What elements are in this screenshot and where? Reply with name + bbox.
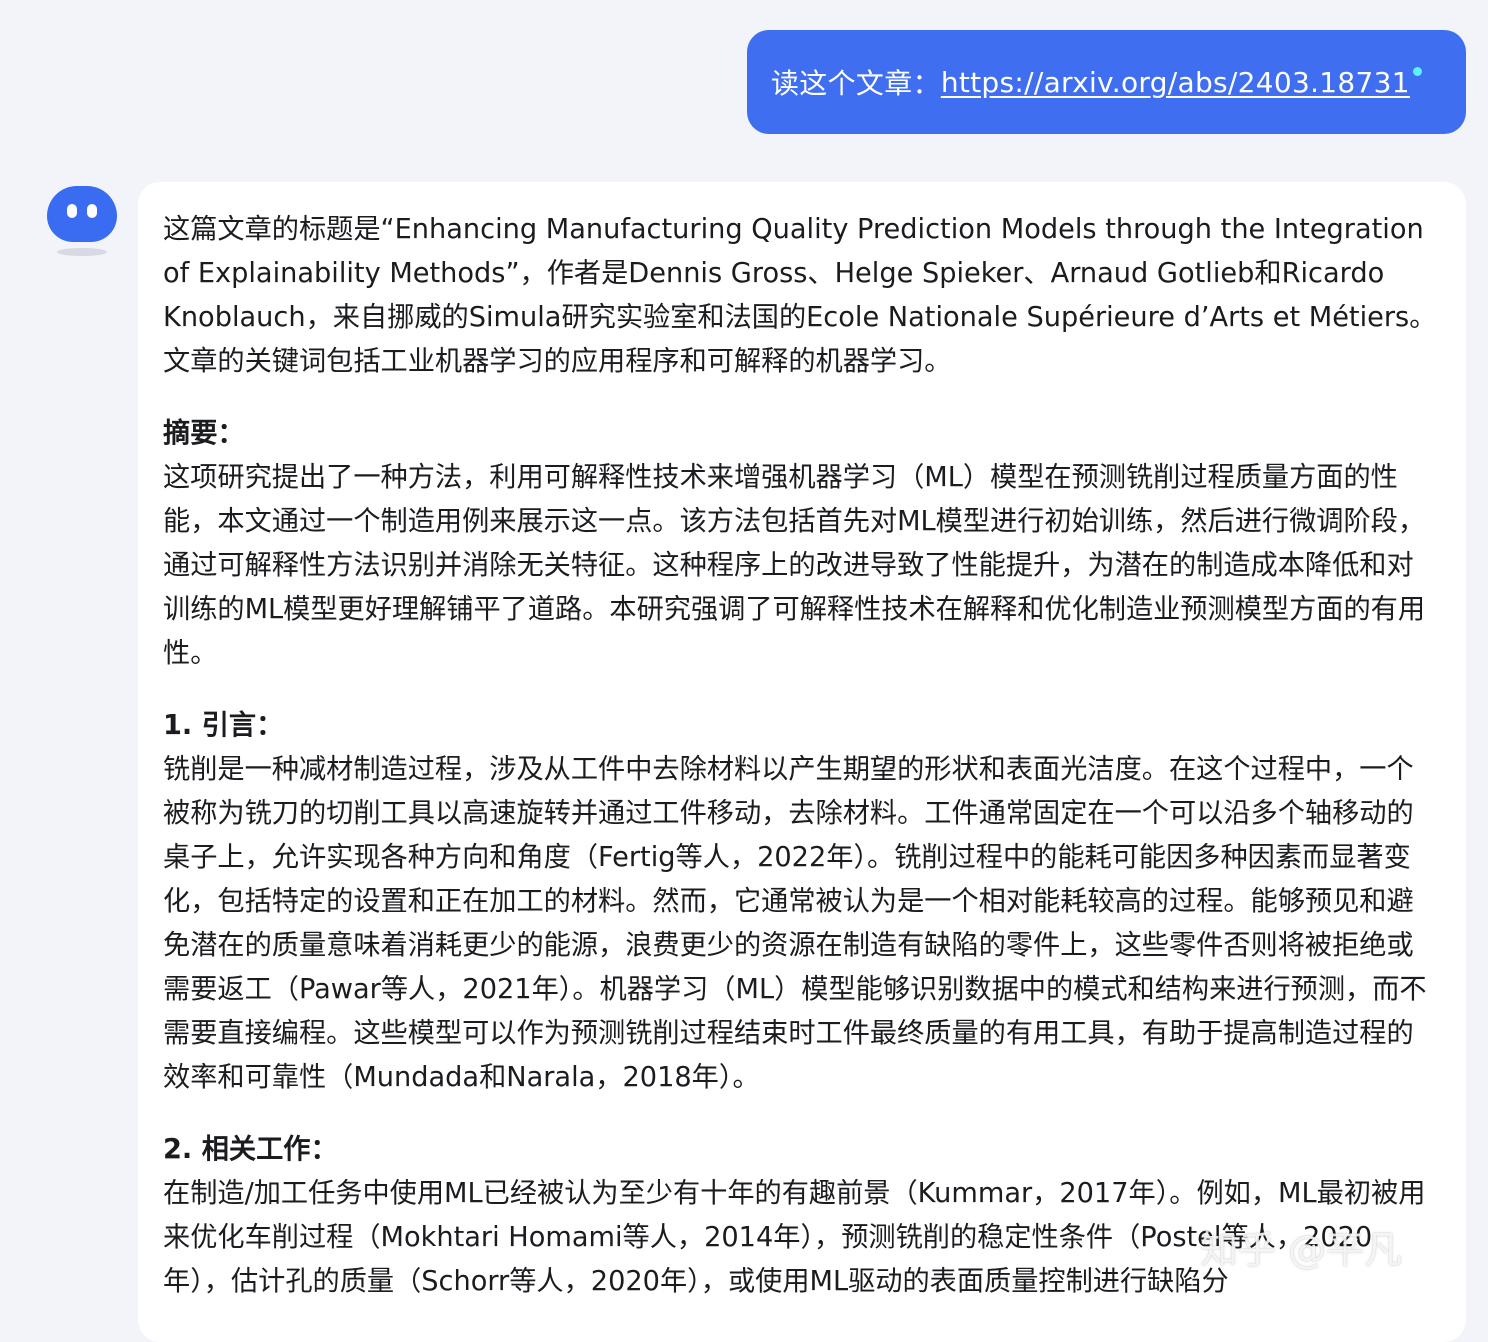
assistant-intro: 这篇文章的标题是“Enhancing Manufacturing Quality… xyxy=(163,214,1437,377)
section-introduction: 1. 引言： 铣削是一种减材制造过程，涉及从工件中去除材料以产生期望的形状和表面… xyxy=(163,704,1438,1100)
assistant-avatar xyxy=(47,186,117,244)
status-dot-icon xyxy=(1412,66,1422,76)
section-body: 这项研究提出了一种方法，利用可解释性技术来增强机器学习（ML）模型在预测铣削过程… xyxy=(163,462,1426,669)
section-title: 摘要： xyxy=(163,418,245,449)
arxiv-link[interactable]: https://arxiv.org/abs/2403.18731 xyxy=(941,66,1410,99)
zhihu-watermark: 知乎 @平凡 xyxy=(1200,1228,1403,1272)
user-message-prefix: 读这个文章： xyxy=(771,67,941,100)
assistant-message-card: 这篇文章的标题是“Enhancing Manufacturing Quality… xyxy=(138,182,1466,1342)
assistant-avatar-icon xyxy=(47,186,117,242)
section-abstract: 摘要： 这项研究提出了一种方法，利用可解释性技术来增强机器学习（ML）模型在预测… xyxy=(163,412,1438,676)
user-message-bubble: 读这个文章： https://arxiv.org/abs/2403.18731 xyxy=(747,30,1466,134)
avatar-eye-left xyxy=(67,204,77,218)
section-title: 1. 引言： xyxy=(163,710,284,741)
section-title: 2. 相关工作： xyxy=(163,1134,338,1165)
section-body: 铣削是一种减材制造过程，涉及从工件中去除材料以产生期望的形状和表面光洁度。在这个… xyxy=(163,754,1427,1093)
avatar-shadow xyxy=(57,248,107,256)
section-related-work: 2. 相关工作： 在制造/加工任务中使用ML已经被认为至少有十年的有趣前景（Ku… xyxy=(163,1128,1438,1304)
avatar-eye-right xyxy=(87,204,97,218)
